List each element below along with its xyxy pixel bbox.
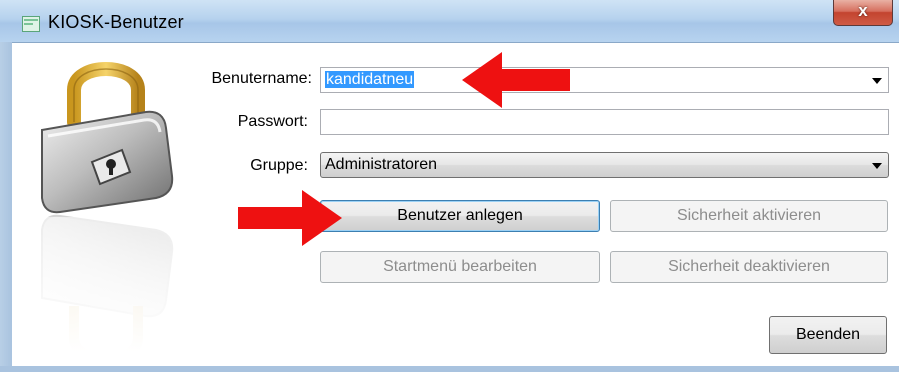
disable-security-button[interactable]: Sicherheit deaktivieren bbox=[610, 251, 888, 283]
padlock-icon bbox=[26, 62, 186, 352]
username-value: kandidatneu bbox=[325, 71, 415, 89]
red-arrow-icon bbox=[462, 52, 570, 108]
password-label: Passwort: bbox=[237, 113, 308, 130]
close-icon: x bbox=[858, 1, 868, 20]
app-icon bbox=[22, 16, 40, 32]
username-combo[interactable]: kandidatneu bbox=[320, 67, 889, 93]
window-frame-left bbox=[0, 42, 12, 372]
window-title: KIOSK-Benutzer bbox=[48, 12, 184, 32]
username-selected-text: kandidatneu bbox=[325, 71, 415, 88]
create-user-button[interactable]: Benutzer anlegen bbox=[320, 200, 600, 232]
chevron-down-icon[interactable] bbox=[872, 78, 882, 84]
password-field[interactable] bbox=[320, 109, 889, 135]
chevron-down-icon[interactable] bbox=[872, 163, 882, 169]
red-arrow-icon bbox=[238, 190, 342, 246]
group-select[interactable]: Administratoren bbox=[320, 152, 889, 178]
group-label: Gruppe: bbox=[250, 157, 308, 174]
window-frame-bottom bbox=[0, 366, 899, 372]
group-value: Administratoren bbox=[325, 156, 438, 173]
edit-startmenu-button[interactable]: Startmenü bearbeiten bbox=[320, 251, 600, 283]
username-label: Benutername: bbox=[211, 70, 312, 87]
exit-button[interactable]: Beenden bbox=[769, 316, 887, 354]
enable-security-button[interactable]: Sicherheit aktivieren bbox=[610, 200, 888, 232]
kiosk-user-window: KIOSK-Benutzer x Benutername: kandidatne… bbox=[0, 0, 899, 372]
title-bar[interactable]: KIOSK-Benutzer x bbox=[0, 0, 899, 43]
close-button[interactable]: x bbox=[833, 0, 893, 26]
